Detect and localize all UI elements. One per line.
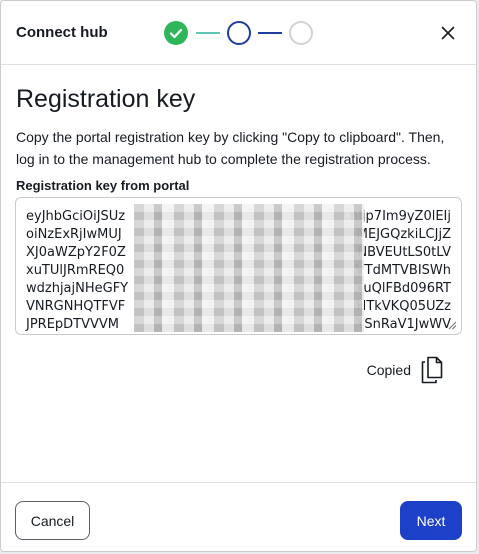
step-2-current	[227, 21, 251, 45]
copy-document-icon	[421, 356, 443, 384]
dialog-footer: Cancel Next	[1, 482, 476, 551]
page-heading: Registration key	[16, 85, 196, 113]
copy-to-clipboard-button[interactable]: Copied	[367, 356, 443, 384]
check-icon	[169, 28, 183, 39]
close-icon	[441, 26, 455, 40]
registration-key-label: Registration key from portal	[16, 178, 190, 193]
instructions-text: Copy the portal registration key by clic…	[16, 129, 445, 167]
cancel-button[interactable]: Cancel	[15, 501, 90, 540]
dialog-header: Connect hub	[1, 1, 476, 65]
close-button[interactable]	[436, 21, 460, 45]
step-3-upcoming	[289, 21, 313, 45]
step-connector-2	[258, 32, 282, 34]
connect-hub-dialog: Connect hub Registration key Copy the po…	[0, 0, 477, 552]
step-1-completed	[164, 21, 188, 45]
step-connector-1	[196, 32, 220, 34]
copy-status-label: Copied	[366, 362, 411, 378]
resize-handle-icon[interactable]	[448, 321, 457, 330]
dialog-title: Connect hub	[16, 24, 108, 41]
redacted-key-region	[134, 204, 364, 332]
registration-key-textarea[interactable]: eyJhbGciOiJSUz nljp7Im9yZ0lEIj oiNzExRjIw…	[15, 197, 462, 335]
next-button[interactable]: Next	[400, 501, 462, 540]
